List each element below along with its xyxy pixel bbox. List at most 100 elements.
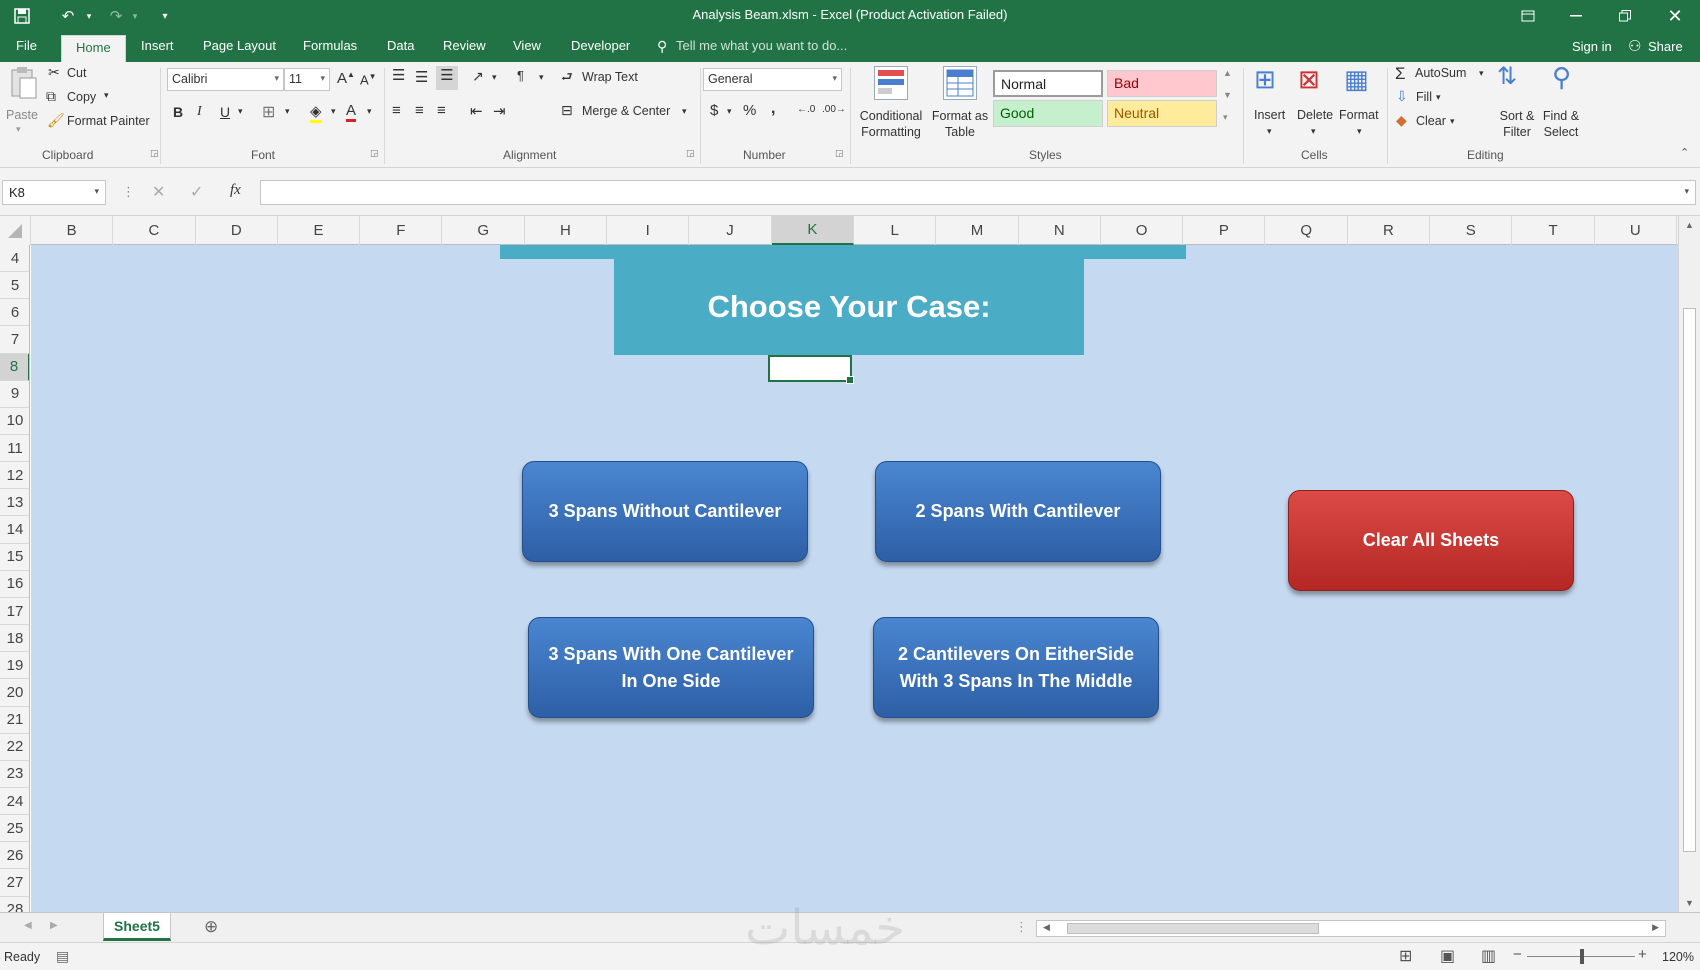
underline-button[interactable]: U bbox=[220, 104, 230, 120]
style-normal[interactable]: Normal bbox=[993, 70, 1103, 97]
zoom-in-icon[interactable]: + bbox=[1638, 946, 1647, 963]
macro-record-icon[interactable]: ▤ bbox=[56, 948, 69, 965]
cancel-icon[interactable]: ✕ bbox=[152, 182, 165, 202]
column-header-d[interactable]: D bbox=[196, 216, 278, 245]
clipboard-launcher-icon[interactable]: ◲ bbox=[150, 148, 159, 159]
orientation-icon[interactable]: ↗ bbox=[472, 68, 484, 85]
column-header-k[interactable]: K bbox=[771, 216, 854, 245]
tab-insert[interactable]: Insert bbox=[141, 38, 174, 53]
conditional-formatting-button[interactable]: Conditional Formatting bbox=[857, 108, 925, 140]
minimize-icon[interactable] bbox=[1553, 3, 1599, 29]
text-direction-dropdown-icon[interactable]: ▾ bbox=[539, 72, 544, 83]
row-header-20[interactable]: 20 bbox=[0, 679, 29, 707]
copy-button[interactable]: Copy bbox=[67, 90, 96, 104]
column-header-j[interactable]: J bbox=[689, 216, 772, 245]
column-header-c[interactable]: C bbox=[113, 216, 196, 245]
insert-cells-icon[interactable]: ⊞ bbox=[1254, 64, 1276, 95]
insert-function-button[interactable]: fx bbox=[230, 182, 241, 199]
column-header-n[interactable]: N bbox=[1019, 216, 1101, 245]
row-header-25[interactable]: 25 bbox=[0, 815, 29, 843]
decrease-font-icon[interactable]: A▼ bbox=[360, 72, 377, 87]
styles-scroll-down-icon[interactable]: ▼ bbox=[1223, 90, 1232, 100]
column-header-o[interactable]: O bbox=[1101, 216, 1184, 245]
tab-page-layout[interactable]: Page Layout bbox=[203, 38, 276, 53]
bold-button[interactable]: B bbox=[173, 104, 183, 120]
format-cells-button[interactable]: Format bbox=[1339, 108, 1379, 122]
row-header-23[interactable]: 23 bbox=[0, 761, 29, 788]
align-bottom-icon[interactable]: ☰ bbox=[436, 66, 458, 90]
row-header-13[interactable]: 13 bbox=[0, 489, 29, 517]
case-2-cantilevers-3-spans-button[interactable]: 2 Cantilevers On EitherSide With 3 Spans… bbox=[873, 617, 1159, 718]
row-header-6[interactable]: 6 bbox=[0, 299, 29, 327]
row-header-9[interactable]: 9 bbox=[0, 381, 29, 408]
delete-cells-button[interactable]: Delete bbox=[1297, 108, 1333, 122]
sort-filter-button[interactable]: Sort & Filter bbox=[1494, 108, 1540, 140]
row-header-7[interactable]: 7 bbox=[0, 326, 29, 354]
row-header-28[interactable]: 28 bbox=[0, 897, 29, 912]
row-header-22[interactable]: 22 bbox=[0, 734, 29, 761]
underline-dropdown-icon[interactable]: ▾ bbox=[238, 106, 243, 117]
autosum-button[interactable]: AutoSum bbox=[1415, 66, 1466, 80]
next-sheet-icon[interactable]: ▶ bbox=[50, 920, 58, 931]
worksheet-area[interactable]: Choose Your Case: 3 Spans Without Cantil… bbox=[31, 245, 1678, 912]
fill-color-icon[interactable]: ◈ bbox=[310, 102, 322, 123]
format-dropdown-icon[interactable]: ▾ bbox=[1357, 126, 1362, 137]
collapse-ribbon-icon[interactable]: ⌃ bbox=[1680, 146, 1689, 159]
column-header-e[interactable]: E bbox=[278, 216, 361, 245]
fill-dropdown-icon[interactable]: ▾ bbox=[1436, 92, 1441, 103]
align-middle-icon[interactable]: ☰ bbox=[415, 68, 428, 86]
row-header-26[interactable]: 26 bbox=[0, 842, 29, 870]
paste-button[interactable] bbox=[6, 66, 40, 106]
row-header-17[interactable]: 17 bbox=[0, 598, 29, 626]
column-header-g[interactable]: G bbox=[443, 216, 525, 245]
column-header-u[interactable]: U bbox=[1595, 216, 1677, 245]
insert-cells-button[interactable]: Insert bbox=[1254, 108, 1285, 122]
scroll-right-icon[interactable]: ▶ bbox=[1652, 922, 1659, 933]
merge-center-button[interactable]: Merge & Center bbox=[582, 104, 670, 118]
currency-dropdown-icon[interactable]: ▾ bbox=[727, 106, 732, 117]
sign-in-link[interactable]: Sign in bbox=[1572, 39, 1612, 54]
style-neutral[interactable]: Neutral bbox=[1107, 100, 1217, 127]
format-cells-icon[interactable]: ▦ bbox=[1344, 64, 1369, 95]
tell-me-input[interactable]: Tell me what you want to do... bbox=[676, 38, 847, 53]
increase-indent-icon[interactable]: ⇥ bbox=[493, 102, 506, 120]
text-direction-icon[interactable]: ¶ bbox=[517, 68, 524, 83]
row-header-12[interactable]: 12 bbox=[0, 462, 29, 490]
close-icon[interactable]: ✕ bbox=[1652, 3, 1698, 29]
row-header-5[interactable]: 5 bbox=[0, 272, 29, 300]
clear-dropdown-icon[interactable]: ▾ bbox=[1450, 116, 1455, 127]
share-button[interactable]: Share bbox=[1648, 39, 1683, 54]
case-2-spans-with-cantilever-button[interactable]: 2 Spans With Cantilever bbox=[875, 461, 1161, 562]
tab-home[interactable]: Home bbox=[61, 35, 126, 62]
prev-sheet-icon[interactable]: ◀ bbox=[24, 920, 32, 931]
column-header-s[interactable]: S bbox=[1430, 216, 1513, 245]
clear-button[interactable]: Clear bbox=[1416, 114, 1446, 128]
row-header-18[interactable]: 18 bbox=[0, 625, 29, 653]
column-header-q[interactable]: Q bbox=[1266, 216, 1348, 245]
column-header-f[interactable]: F bbox=[360, 216, 443, 245]
wrap-text-button[interactable]: Wrap Text bbox=[582, 70, 638, 84]
font-color-icon[interactable]: A bbox=[346, 102, 357, 122]
autosum-dropdown-icon[interactable]: ▾ bbox=[1479, 68, 1484, 79]
fill-button[interactable]: Fill bbox=[1416, 90, 1432, 104]
active-cell-k8[interactable] bbox=[768, 355, 854, 384]
row-header-21[interactable]: 21 bbox=[0, 707, 29, 734]
formula-input[interactable]: ▾ bbox=[260, 180, 1696, 205]
font-name-select[interactable]: Calibri ▾ bbox=[167, 68, 284, 91]
column-header-i[interactable]: I bbox=[607, 216, 690, 245]
borders-icon[interactable]: ⊞ bbox=[262, 102, 275, 122]
scroll-up-icon[interactable]: ▲ bbox=[1685, 220, 1694, 230]
add-sheet-icon[interactable]: ⊕ bbox=[204, 917, 218, 937]
scroll-down-icon[interactable]: ▼ bbox=[1685, 898, 1694, 908]
horizontal-scrollbar[interactable]: ◀ ▶ bbox=[1036, 920, 1666, 937]
column-header-p[interactable]: P bbox=[1183, 216, 1266, 245]
decrease-indent-icon[interactable]: ⇤ bbox=[470, 102, 483, 120]
case-3-spans-one-cantilever-button[interactable]: 3 Spans With One Cantilever In One Side bbox=[528, 617, 814, 718]
page-break-view-icon[interactable]: ▥ bbox=[1481, 946, 1496, 966]
cut-button[interactable]: Cut bbox=[67, 66, 86, 80]
scroll-left-icon[interactable]: ◀ bbox=[1043, 922, 1050, 933]
column-header-l[interactable]: L bbox=[854, 216, 937, 245]
styles-more-icon[interactable]: ▾ bbox=[1223, 112, 1228, 123]
borders-dropdown-icon[interactable]: ▾ bbox=[285, 106, 290, 117]
restore-icon[interactable] bbox=[1602, 3, 1648, 29]
